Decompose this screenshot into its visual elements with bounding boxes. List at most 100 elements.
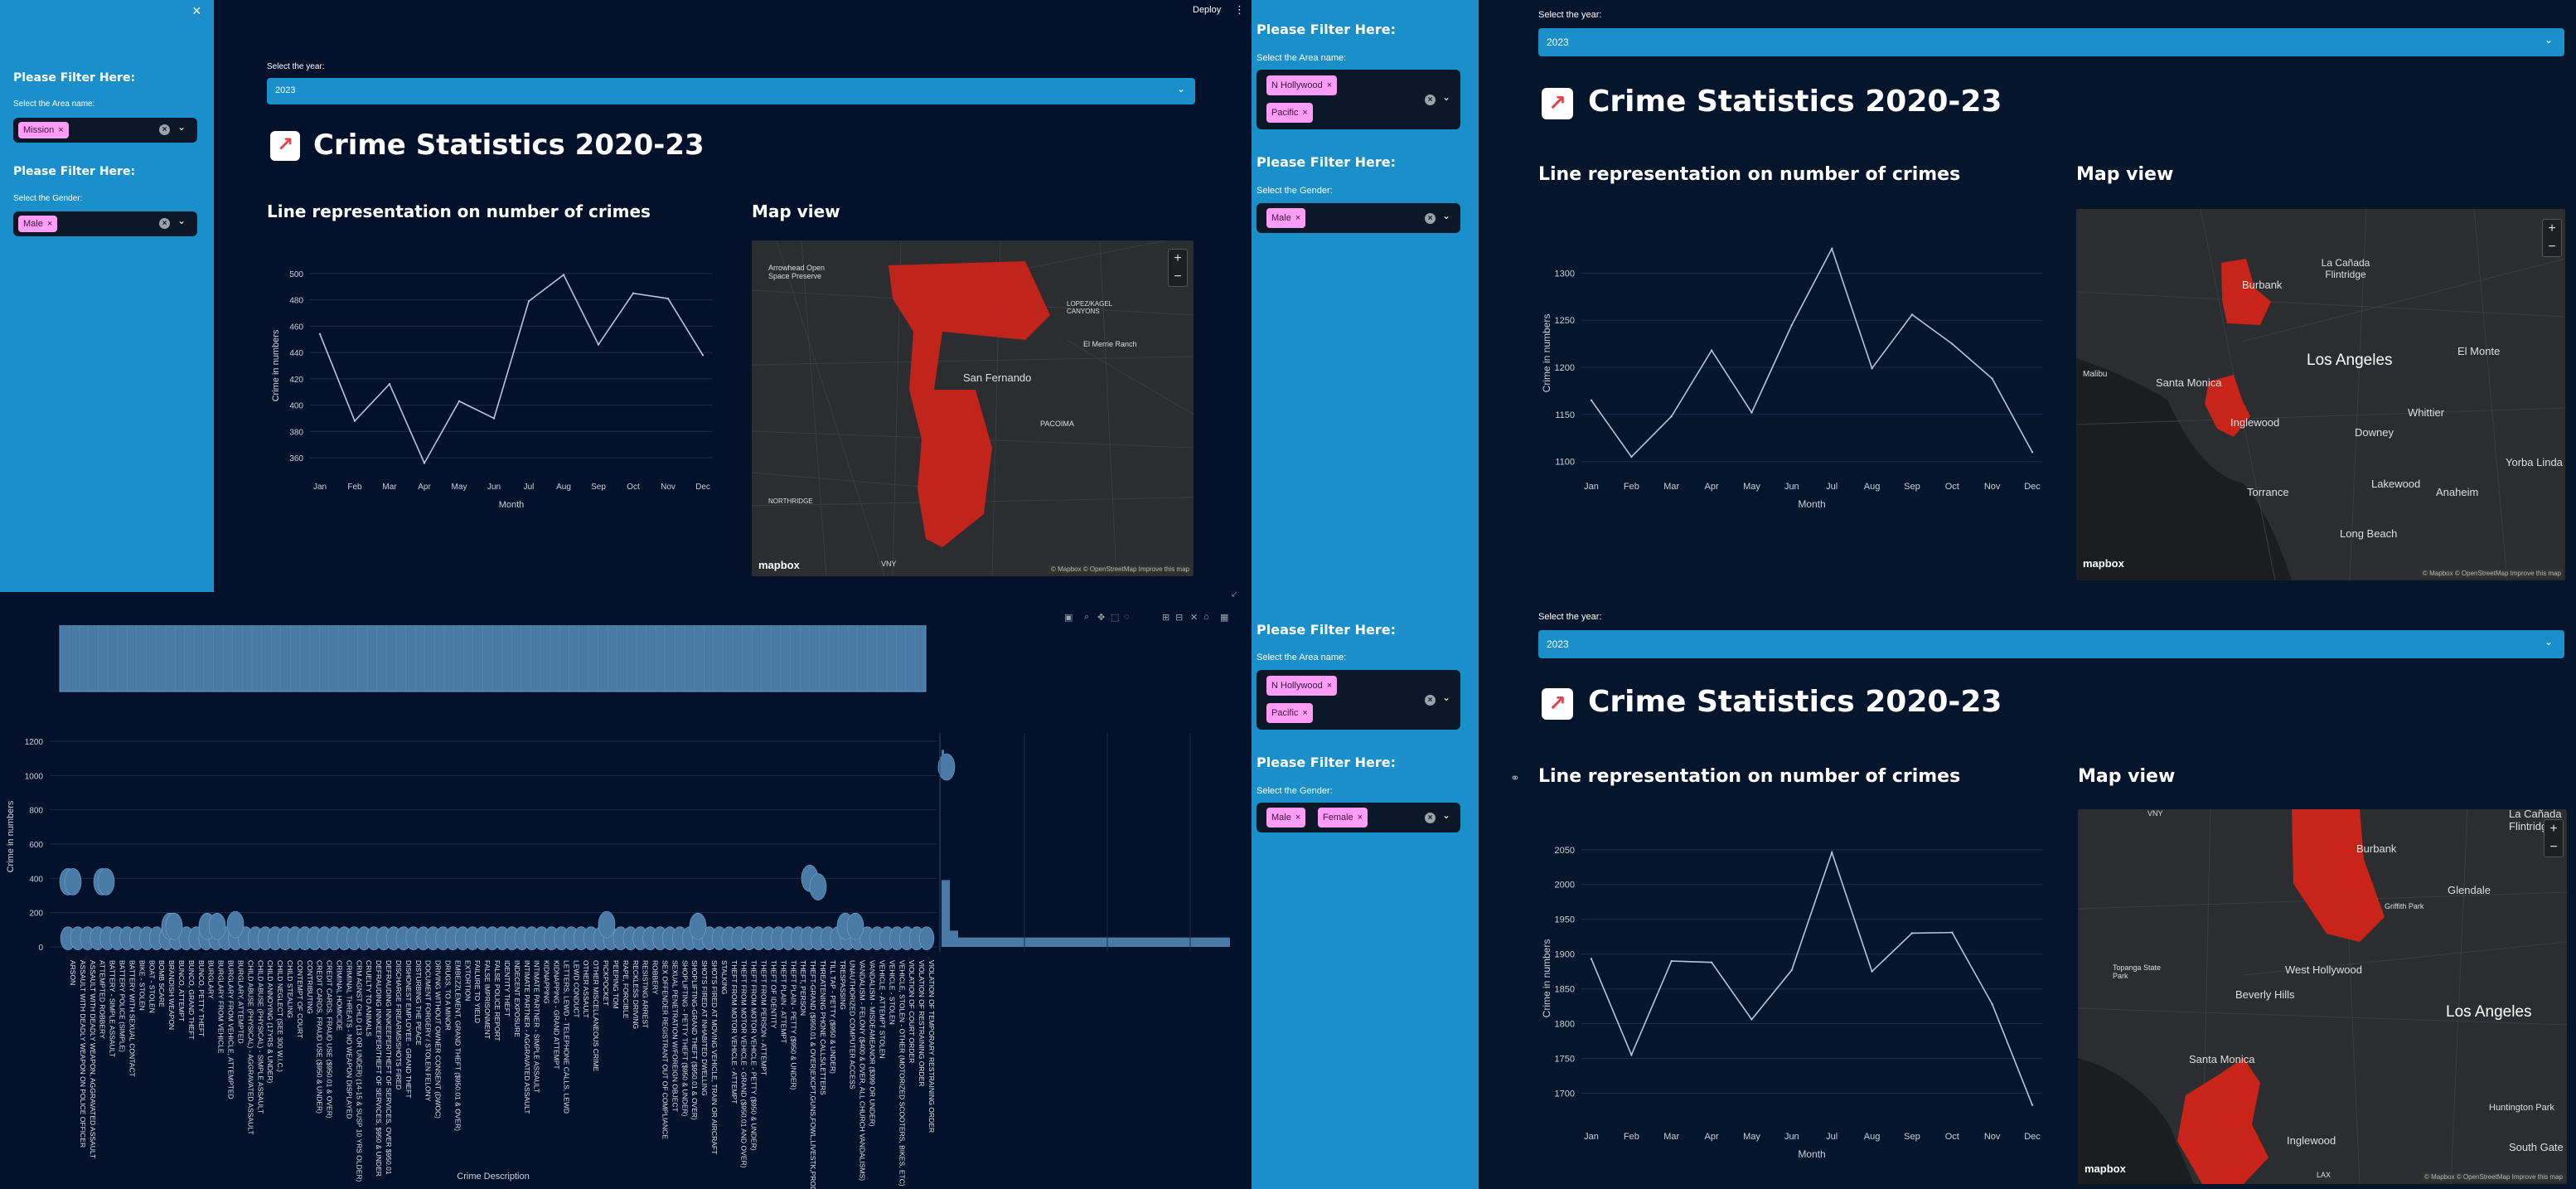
x-axis-label: Month xyxy=(1798,1148,1825,1160)
x-tick-label: Nov xyxy=(1984,1132,2001,1142)
camera-icon[interactable]: ▣ xyxy=(1064,612,1073,623)
chevron-down-icon[interactable]: ⌄ xyxy=(1442,809,1450,821)
zoom-in-icon[interactable]: ⊞ xyxy=(1162,612,1169,623)
tag-remove-icon[interactable]: × xyxy=(47,219,52,229)
tag-remove-icon[interactable]: × xyxy=(1295,813,1300,823)
gender-tag[interactable]: Male × xyxy=(1266,208,1306,228)
chart-increasing-icon: ↗ xyxy=(1542,688,1573,720)
gender-multiselect[interactable]: Male × × ⌄ xyxy=(1257,203,1460,233)
gender-multiselect[interactable]: Male × Female × × ⌄ xyxy=(1257,803,1460,832)
x-tick-label: Mar xyxy=(1663,482,1679,492)
zoom-in-button[interactable]: + xyxy=(1169,250,1187,268)
box-select-icon[interactable]: ⬚ xyxy=(1111,612,1119,623)
plotly-logo-icon[interactable]: ▦ xyxy=(1220,612,1228,623)
y-axis-label: Crime in numbers xyxy=(1541,939,1552,1018)
map-view[interactable]: La Cañada Flintridge Burbank Los Angeles… xyxy=(2076,209,2565,580)
chevron-down-icon[interactable]: ⌄ xyxy=(1177,83,1185,95)
clear-all-icon[interactable]: × xyxy=(159,218,170,229)
reset-axes-icon[interactable]: ⌂ xyxy=(1203,612,1209,622)
x-tick-label: Apr xyxy=(1705,1132,1719,1142)
x-tick-label: BIKE - STOLEN xyxy=(138,960,146,1011)
map-zoom-controls[interactable]: + − xyxy=(2542,219,2562,257)
tag-remove-icon[interactable]: × xyxy=(1302,708,1307,718)
zoom-in-button[interactable]: + xyxy=(2545,820,2563,838)
tag-remove-icon[interactable]: × xyxy=(1358,813,1363,823)
map-zoom-controls[interactable]: + − xyxy=(2544,819,2564,857)
map-attribution[interactable]: © Mapbox © OpenStreetMap Improve this ma… xyxy=(1048,565,1192,574)
area-multiselect[interactable]: N Hollywood × Pacific × × ⌄ xyxy=(1257,70,1460,129)
map-label: South Gate xyxy=(2509,1141,2564,1153)
map-label: Torrance xyxy=(2247,486,2289,498)
x-tick-label: CRIMINAL THREATS - NO WEAPON DISPLAYED xyxy=(345,960,353,1119)
chevron-down-icon[interactable]: ⌄ xyxy=(2545,34,2553,46)
clear-all-icon[interactable]: × xyxy=(1425,813,1436,823)
area-tag[interactable]: Pacific × xyxy=(1266,703,1313,723)
autoscale-icon[interactable]: ✕ xyxy=(1190,612,1198,623)
mapbox-logo[interactable]: mapbox xyxy=(758,559,800,571)
panel-d: ▣ ⌕ ✥ ⬚ ◌ ⊞ ⊟ ✕ ⌂ ▦ ⤢ 0 200 400 600 800 1000 1… xyxy=(0,592,1252,1189)
area-filter-title: Please Filter Here: xyxy=(1257,622,1397,638)
gender-tag[interactable]: Male × xyxy=(18,216,58,232)
chevron-down-icon[interactable]: ⌄ xyxy=(177,215,186,226)
fullscreen-icon[interactable]: ⤢ xyxy=(1232,592,1239,599)
tag-remove-icon[interactable]: × xyxy=(1327,80,1332,90)
pan-icon[interactable]: ✥ xyxy=(1097,612,1105,623)
link-icon[interactable]: ⚭ xyxy=(1510,771,1520,785)
area-tag[interactable]: N Hollywood × xyxy=(1266,676,1338,696)
main-menu-icon[interactable]: ⋮ xyxy=(1234,3,1245,17)
lasso-icon[interactable]: ◌ xyxy=(1124,612,1130,622)
zoom-icon[interactable]: ⌕ xyxy=(1084,612,1089,623)
zoom-out-button[interactable]: − xyxy=(2545,838,2563,857)
chevron-down-icon[interactable]: ⌄ xyxy=(177,121,186,133)
clear-all-icon[interactable]: × xyxy=(159,124,170,135)
page-title: Crime Statistics 2020-23 xyxy=(1588,685,2002,719)
clear-all-icon[interactable]: × xyxy=(1425,95,1436,105)
area-multiselect[interactable]: Mission × × ⌄ xyxy=(13,118,197,143)
x-tick-label: EMBEZZLEMENT, GRAND THEFT ($950.01 & OVE… xyxy=(453,960,462,1131)
chevron-down-icon[interactable]: ⌄ xyxy=(1442,210,1450,221)
x-tick-label: DEFRAUDING INNKEEPER/THEFT OF SERVICES, … xyxy=(375,960,383,1177)
gender-tag[interactable]: Male × xyxy=(1266,808,1306,827)
chevron-down-icon[interactable]: ⌄ xyxy=(1442,91,1450,103)
data-point xyxy=(353,420,356,422)
area-tag[interactable]: Pacific × xyxy=(1266,103,1313,123)
x-tick-label: FAILURE TO YIELD xyxy=(473,960,482,1023)
deploy-button[interactable]: Deploy xyxy=(1193,5,1221,15)
chevron-down-icon[interactable]: ⌄ xyxy=(2545,636,2553,648)
x-tick-label: Jul xyxy=(524,483,535,492)
area-tag[interactable]: N Hollywood × xyxy=(1266,75,1338,95)
year-label: Select the year: xyxy=(1538,10,1602,20)
tag-remove-icon[interactable]: × xyxy=(1302,108,1307,118)
map-attribution[interactable]: © Mapbox © OpenStreetMap Improve this ma… xyxy=(2422,1172,2565,1182)
data-point xyxy=(1590,958,1593,960)
zoom-in-button[interactable]: + xyxy=(2543,220,2561,238)
zoom-out-button[interactable]: − xyxy=(1169,268,1187,286)
clear-all-icon[interactable]: × xyxy=(1425,213,1436,224)
zoom-out-button[interactable]: − xyxy=(2543,238,2561,256)
map-zoom-controls[interactable]: + − xyxy=(1168,249,1188,287)
area-multiselect[interactable]: N Hollywood × Pacific × × ⌄ xyxy=(1257,670,1460,730)
zoom-out-icon[interactable]: ⊟ xyxy=(1175,612,1183,623)
map-attribution[interactable]: © Mapbox © OpenStreetMap Improve this ma… xyxy=(2420,569,2564,578)
gender-tag[interactable]: Female × xyxy=(1318,808,1368,827)
data-point xyxy=(666,297,670,300)
tag-remove-icon[interactable]: × xyxy=(58,125,63,135)
chevron-down-icon[interactable]: ⌄ xyxy=(1442,692,1450,703)
gender-multiselect[interactable]: Male × × ⌄ xyxy=(13,211,197,236)
map-view[interactable]: Arrowhead Open Space Preserve San Fernan… xyxy=(752,240,1194,576)
x-tick-label: Jun xyxy=(487,483,501,492)
mapbox-logo[interactable]: mapbox xyxy=(2085,1162,2126,1175)
year-select[interactable]: 2023 ⌄ xyxy=(1538,630,2564,658)
data-point xyxy=(2031,451,2034,454)
map-label: Topanga State Park xyxy=(2113,963,2162,980)
mapbox-logo[interactable]: mapbox xyxy=(2083,557,2124,570)
area-tag[interactable]: Mission × xyxy=(18,122,69,138)
year-select[interactable]: 2023 ⌄ xyxy=(267,78,1195,104)
sidebar-close-button[interactable]: × xyxy=(192,2,201,20)
tag-remove-icon[interactable]: × xyxy=(1295,213,1300,223)
clear-all-icon[interactable]: × xyxy=(1425,695,1436,706)
map-view[interactable]: VNY La Cañada Flintridge Burbank Glendal… xyxy=(2078,809,2567,1184)
y-tick-label: 2050 xyxy=(1555,846,1575,856)
tag-remove-icon[interactable]: × xyxy=(1327,681,1332,691)
year-select[interactable]: 2023 ⌄ xyxy=(1538,28,2564,56)
